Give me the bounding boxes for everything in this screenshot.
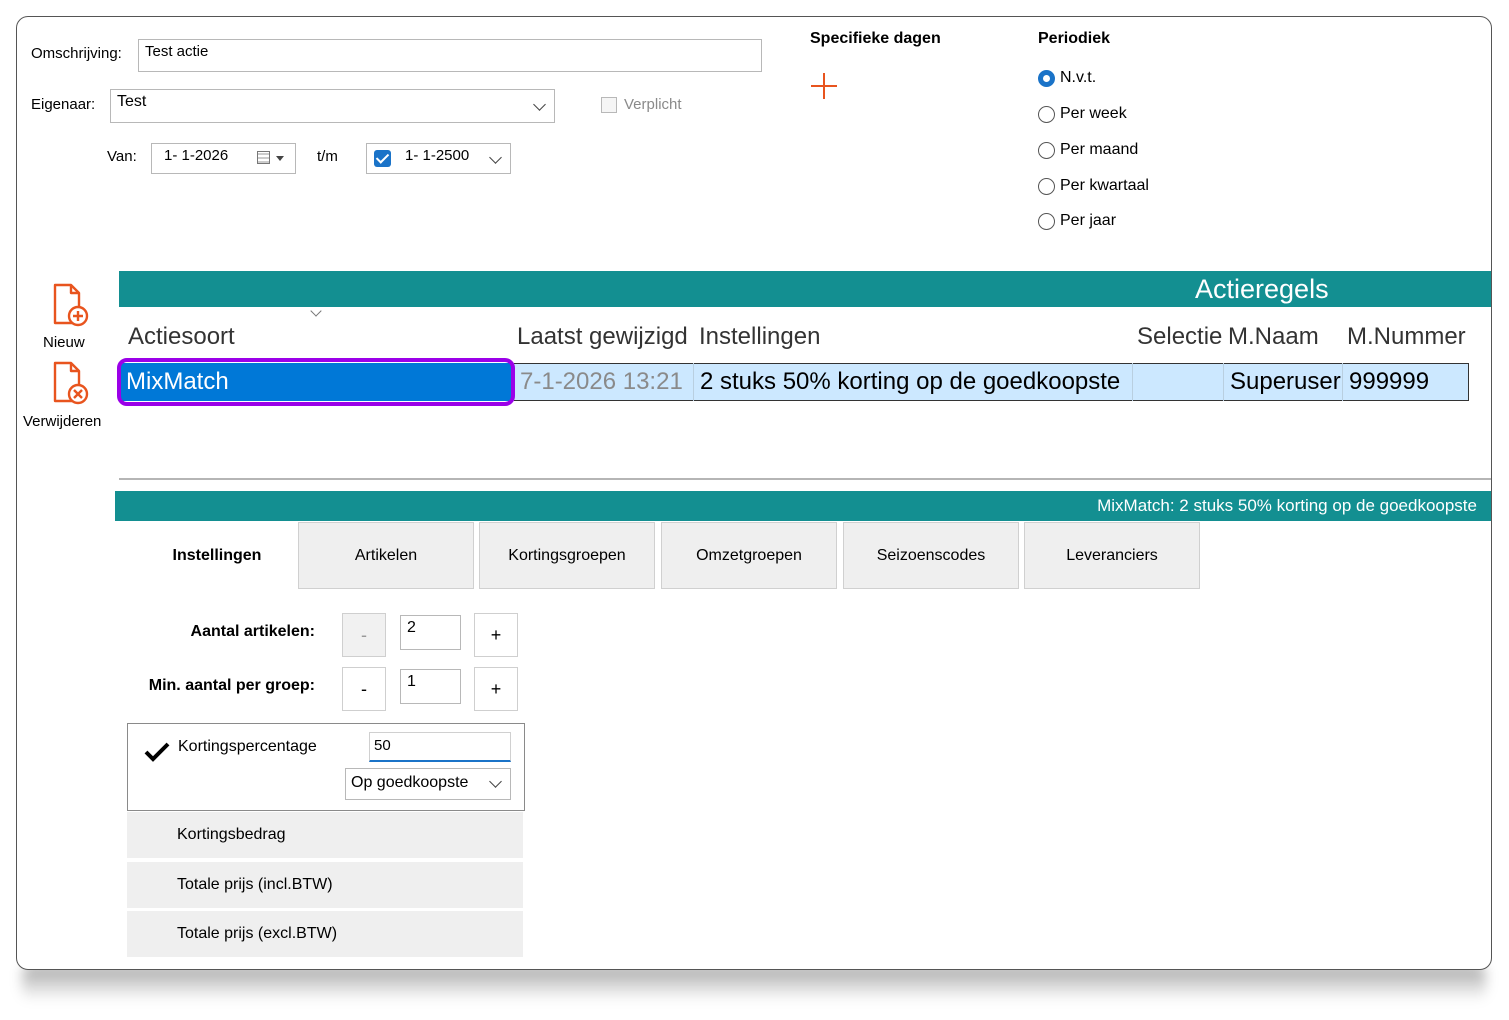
nieuw-button[interactable]: Nieuw xyxy=(35,283,99,353)
window-shadow xyxy=(22,965,1486,1001)
radio-icon xyxy=(1038,106,1055,123)
column-header-m-naam[interactable]: M.Naam xyxy=(1228,323,1319,351)
column-header-selectie[interactable]: Selectie xyxy=(1137,323,1222,351)
delete-document-icon xyxy=(53,361,89,405)
column-header-instellingen[interactable]: Instellingen xyxy=(699,323,820,351)
tab-omzetgroepen[interactable]: Omzetgroepen xyxy=(661,522,837,589)
min-aantal-label: Min. aantal per groep: xyxy=(148,677,315,694)
van-date-value: 1- 1-2026 xyxy=(164,147,229,164)
specifieke-dagen-title: Specifieke dagen xyxy=(810,30,941,47)
tab-kortingsgroepen[interactable]: Kortingsgroepen xyxy=(479,522,655,589)
kortingspercentage-option[interactable]: Kortingspercentage 50 Op goedkoopste xyxy=(127,723,525,811)
radio-icon xyxy=(1038,213,1055,230)
totale-prijs-incl-option[interactable]: Totale prijs (incl.BTW) xyxy=(127,862,523,908)
eigenaar-label: Eigenaar: xyxy=(31,96,96,113)
radio-icon xyxy=(1038,178,1055,195)
cell-m-nummer[interactable]: 999999 xyxy=(1342,363,1468,401)
verwijderen-button[interactable]: Verwijderen xyxy=(21,361,113,433)
radio-per-maand-label: Per maand xyxy=(1060,141,1139,158)
korting-mode-value: Op goedkoopste xyxy=(351,774,469,791)
tm-enabled-checkbox[interactable] xyxy=(374,150,391,167)
minus-icon: - xyxy=(361,678,367,699)
periodiek-title: Periodiek xyxy=(1038,30,1111,47)
kortingspercentage-value: 50 xyxy=(374,737,391,754)
korting-mode-select[interactable]: Op goedkoopste xyxy=(345,768,511,800)
minus-icon: - xyxy=(361,624,367,645)
chevron-down-icon xyxy=(489,775,502,788)
eigenaar-select[interactable]: Test xyxy=(110,89,555,123)
min-aantal-minus-button[interactable]: - xyxy=(342,667,386,711)
tm-date-value: 1- 1-2500 xyxy=(405,147,470,164)
omschrijving-input[interactable]: Test actie xyxy=(138,39,762,72)
cell-m-naam[interactable]: Superuser xyxy=(1223,363,1342,401)
nieuw-label: Nieuw xyxy=(43,334,85,351)
summary-bar: MixMatch: 2 stuks 50% korting op de goed… xyxy=(115,491,1491,521)
min-aantal-input[interactable]: 1 xyxy=(400,669,461,704)
totale-prijs-incl-label: Totale prijs (incl.BTW) xyxy=(177,876,333,893)
kortingsbedrag-option[interactable]: Kortingsbedrag xyxy=(127,812,523,858)
tab-seizoenscodes[interactable]: Seizoenscodes xyxy=(843,522,1019,589)
van-date-picker[interactable]: 1- 1-2026 xyxy=(151,143,296,174)
column-header-m-nummer[interactable]: M.Nummer xyxy=(1347,323,1466,351)
chevron-down-icon xyxy=(533,98,546,111)
tab-kortingsgroepen-label: Kortingsgroepen xyxy=(508,546,626,564)
radio-icon xyxy=(1038,142,1055,159)
tab-instellingen[interactable]: Instellingen xyxy=(137,522,297,589)
highlight-outline xyxy=(117,358,515,406)
verwijderen-label: Verwijderen xyxy=(23,413,102,430)
totale-prijs-excl-label: Totale prijs (excl.BTW) xyxy=(177,925,338,942)
cell-selectie[interactable] xyxy=(1132,363,1223,401)
kortingsbedrag-label: Kortingsbedrag xyxy=(177,826,286,843)
radio-per-week-label: Per week xyxy=(1060,105,1127,122)
omschrijving-value: Test actie xyxy=(145,43,209,60)
check-icon xyxy=(144,742,170,762)
tab-artikelen[interactable]: Artikelen xyxy=(298,522,474,589)
summary-text: MixMatch: 2 stuks 50% korting op de goed… xyxy=(1097,496,1477,515)
actieregels-header: Actieregels xyxy=(119,271,1491,307)
tab-leveranciers-label: Leveranciers xyxy=(1066,546,1158,564)
kortingspercentage-label: Kortingspercentage xyxy=(178,738,317,755)
add-day-button[interactable] xyxy=(811,73,837,99)
min-aantal-plus-button[interactable]: + xyxy=(474,667,518,711)
chevron-down-icon xyxy=(489,151,502,164)
omschrijving-label: Omschrijving: xyxy=(31,45,122,62)
actieregels-title: Actieregels xyxy=(1195,274,1329,304)
calendar-icon[interactable] xyxy=(257,151,270,164)
dropdown-arrow-icon xyxy=(276,156,284,161)
verplicht-checkbox[interactable] xyxy=(601,97,617,113)
aantal-artikelen-label: Aantal artikelen: xyxy=(190,623,315,640)
radio-per-jaar-label: Per jaar xyxy=(1060,212,1117,229)
column-header-actiesoort[interactable]: Actiesoort xyxy=(128,323,235,351)
tab-seizoenscodes-label: Seizoenscodes xyxy=(876,546,986,564)
tm-date-picker[interactable]: 1- 1-2500 xyxy=(366,143,511,174)
tm-label: t/m xyxy=(317,148,338,165)
aantal-artikelen-value: 2 xyxy=(407,619,416,636)
verplicht-label: Verplicht xyxy=(624,96,682,113)
new-document-icon xyxy=(53,283,89,327)
tab-omzetgroepen-label: Omzetgroepen xyxy=(696,546,802,564)
van-label: Van: xyxy=(107,148,137,165)
totale-prijs-excl-option[interactable]: Totale prijs (excl.BTW) xyxy=(127,911,523,957)
aantal-artikelen-plus-button[interactable]: + xyxy=(474,613,518,657)
check-icon xyxy=(375,150,390,164)
cell-laatst-gewijzigd[interactable]: 7-1-2026 13:21 xyxy=(513,363,693,401)
plus-icon: + xyxy=(490,624,502,645)
tab-instellingen-label: Instellingen xyxy=(172,546,262,564)
radio-per-kwartaal-label: Per kwartaal xyxy=(1060,177,1149,194)
kortingspercentage-input[interactable]: 50 xyxy=(369,732,511,762)
plus-icon: + xyxy=(490,678,502,699)
eigenaar-value: Test xyxy=(117,93,147,110)
cell-instellingen[interactable]: 2 stuks 50% korting op de goedkoopste xyxy=(693,363,1132,401)
min-aantal-value: 1 xyxy=(407,673,416,690)
action-editor-window: Omschrijving: Test actie Eigenaar: Test … xyxy=(16,16,1492,970)
aantal-artikelen-minus-button[interactable]: - xyxy=(342,613,386,657)
radio-nvt-label: N.v.t. xyxy=(1060,69,1097,86)
aantal-artikelen-input[interactable]: 2 xyxy=(400,615,461,650)
radio-selected-icon xyxy=(1038,70,1055,87)
tab-leveranciers[interactable]: Leveranciers xyxy=(1024,522,1200,589)
tab-artikelen-label: Artikelen xyxy=(354,546,418,564)
column-header-laatst-gewijzigd[interactable]: Laatst gewijzigd xyxy=(517,323,688,351)
